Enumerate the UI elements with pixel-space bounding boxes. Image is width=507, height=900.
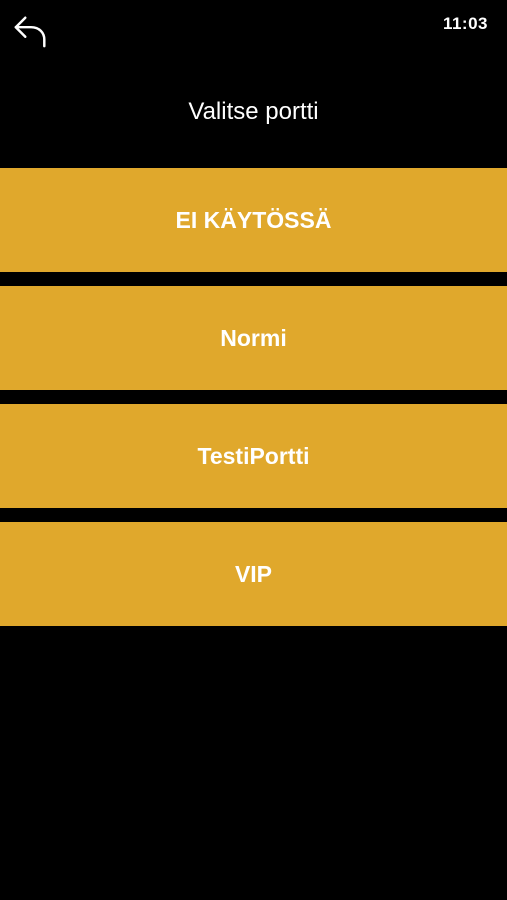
- gate-button-ei-kaytossa[interactable]: EI KÄYTÖSSÄ: [0, 168, 507, 272]
- top-bar: 11:03: [0, 0, 507, 60]
- gate-button-testiportti[interactable]: TestiPortti: [0, 404, 507, 508]
- status-time: 11:03: [442, 14, 488, 33]
- gate-button-vip[interactable]: VIP: [0, 522, 507, 626]
- back-button[interactable]: [10, 10, 52, 52]
- page-title: Valitse portti: [188, 98, 319, 125]
- gate-list: EI KÄYTÖSSÄ Normi TestiPortti VIP: [0, 168, 507, 640]
- gate-button-normi[interactable]: Normi: [0, 286, 507, 390]
- back-arrow-icon: [14, 16, 46, 48]
